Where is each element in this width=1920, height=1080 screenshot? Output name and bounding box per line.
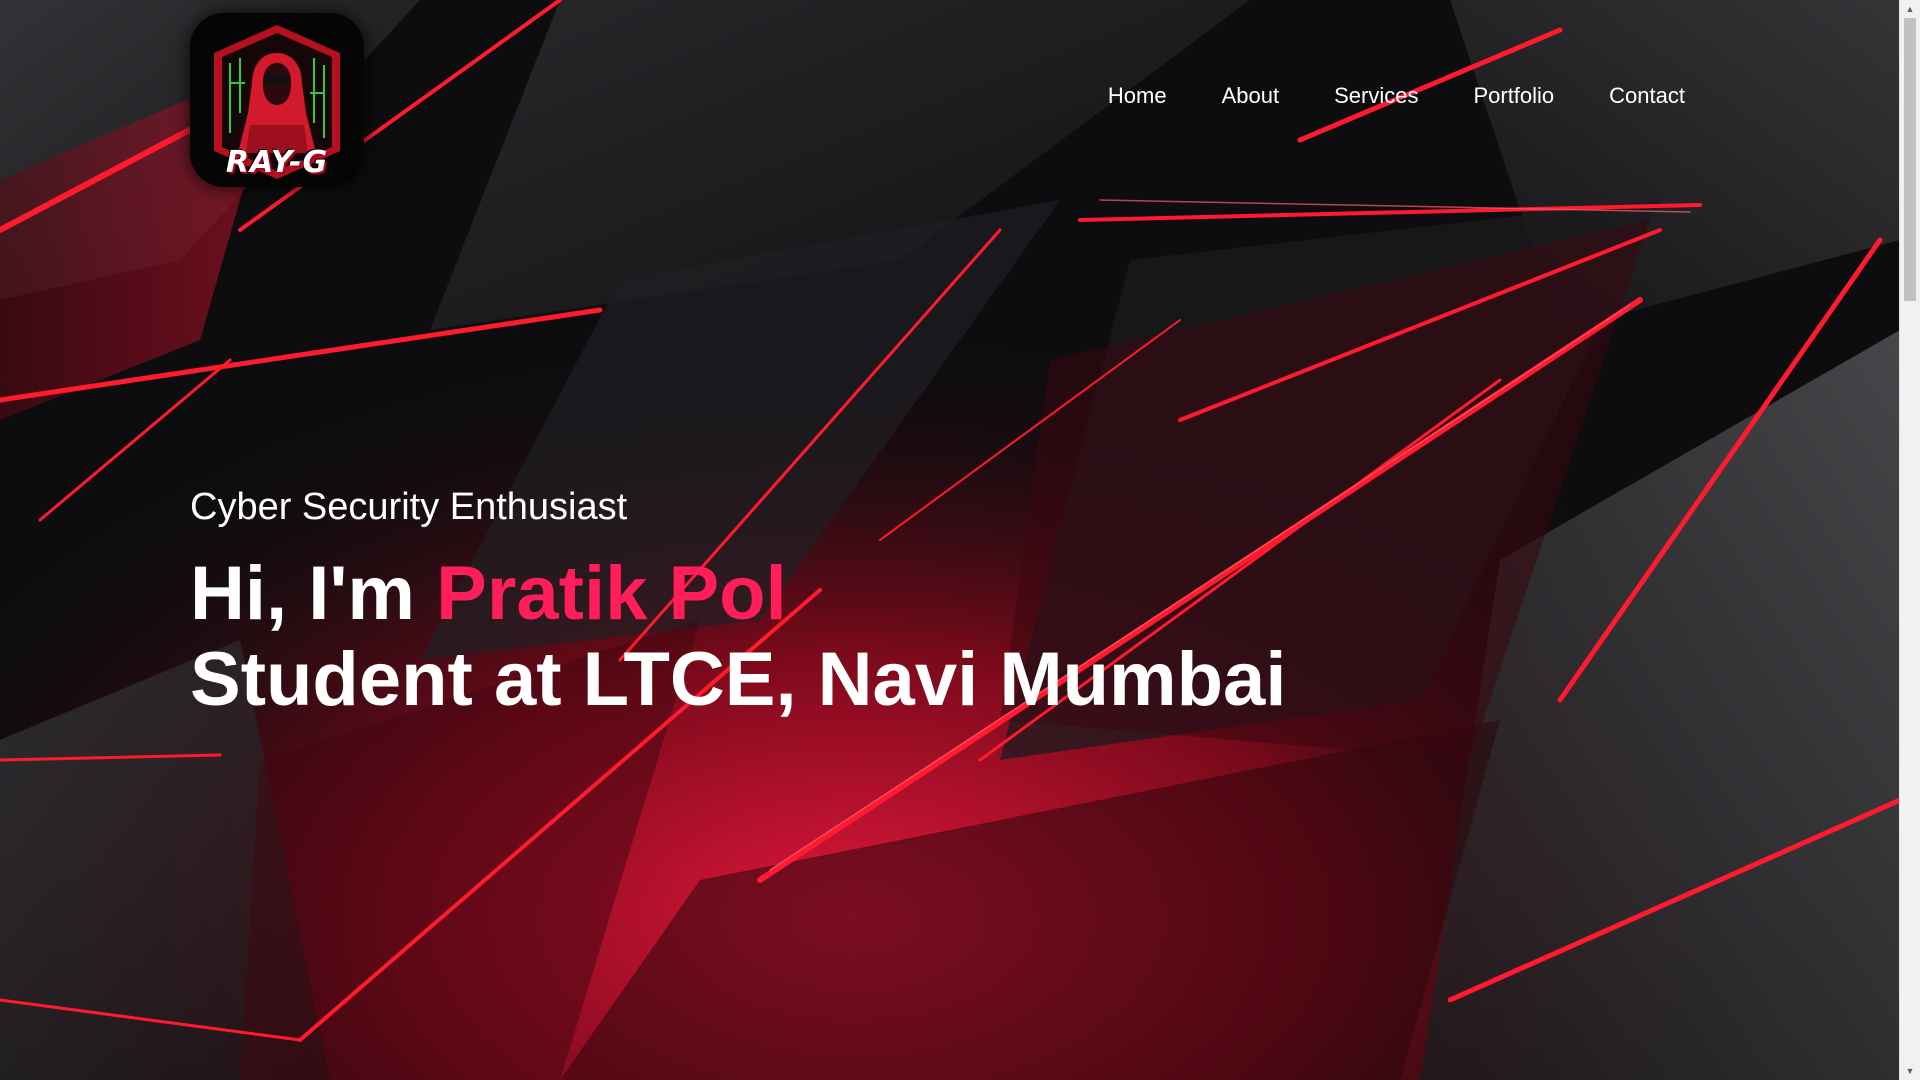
arrow-down-icon[interactable]: ▼ bbox=[1900, 1062, 1920, 1080]
hero-subtitle: Student at LTCE, Navi Mumbai bbox=[190, 637, 1287, 722]
nav-home[interactable]: Home bbox=[1108, 83, 1167, 109]
nav-services[interactable]: Services bbox=[1334, 83, 1418, 109]
nav-about[interactable]: About bbox=[1222, 83, 1280, 109]
hero-name: Pratik Pol bbox=[436, 551, 787, 636]
arrow-up-icon[interactable]: ▲ bbox=[1900, 0, 1920, 18]
scrollbar-thumb[interactable] bbox=[1904, 18, 1916, 301]
page-scrollbar[interactable]: ▲ ▼ bbox=[1899, 0, 1920, 1080]
page: RAY-G Home About Services Portfolio Cont… bbox=[0, 0, 1920, 1080]
logo-text: RAY-G bbox=[225, 145, 329, 180]
nav-portfolio[interactable]: Portfolio bbox=[1473, 83, 1554, 109]
hero-section: Cyber Security Enthusiast Hi, I'm Pratik… bbox=[190, 486, 1286, 723]
site-logo[interactable]: RAY-G bbox=[190, 13, 364, 187]
main-nav: Home About Services Portfolio Contact bbox=[1108, 83, 1685, 109]
hero-tagline: Cyber Security Enthusiast bbox=[190, 486, 628, 528]
hero-headline: Hi, I'm Pratik Pol Student at LTCE, Navi… bbox=[190, 551, 1286, 723]
hero-greeting: Hi, I'm bbox=[190, 551, 415, 636]
nav-contact[interactable]: Contact bbox=[1609, 83, 1685, 109]
